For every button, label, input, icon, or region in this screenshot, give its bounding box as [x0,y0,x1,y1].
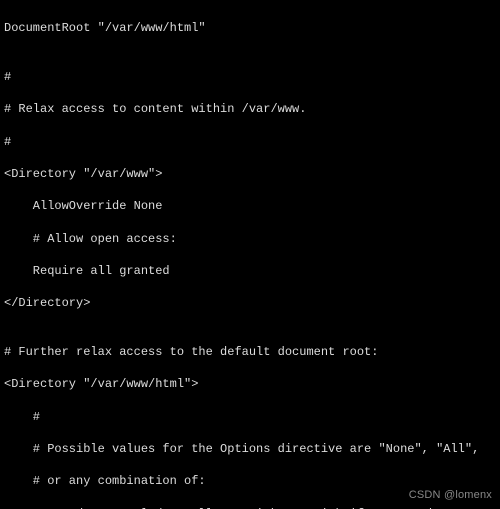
config-line: # [4,69,496,85]
config-line: # Further relax access to the default do… [4,344,496,360]
config-line: Require all granted [4,263,496,279]
config-line: # Relax access to content within /var/ww… [4,101,496,117]
config-line: </Directory> [4,295,496,311]
config-line: <Directory "/var/www/html"> [4,376,496,392]
watermark-text: CSDN @lomenx [409,488,492,503]
config-line: # [4,134,496,150]
config-line: <Directory "/var/www"> [4,166,496,182]
config-line: DocumentRoot "/var/www/html" [4,20,496,36]
config-line: # Allow open access: [4,231,496,247]
config-line: # Possible values for the Options direct… [4,441,496,457]
config-line: AllowOverride None [4,198,496,214]
config-line: # [4,409,496,425]
terminal-viewport[interactable]: DocumentRoot "/var/www/html" # # Relax a… [0,0,500,509]
